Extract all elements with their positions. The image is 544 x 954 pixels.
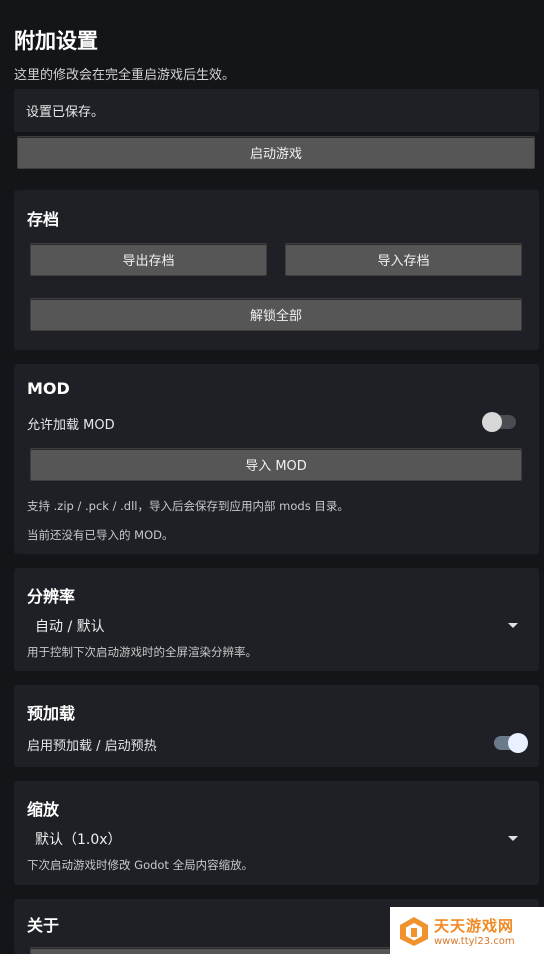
resolution-selected-value: 自动 / 默认	[35, 619, 105, 635]
preload-section-title: 预加载	[27, 704, 76, 723]
page-title: 附加设置	[14, 29, 98, 53]
scale-selected-value: 默认（1.0x）	[35, 832, 122, 848]
about-section-title: 关于	[27, 916, 60, 935]
unlock-all-button[interactable]: 解锁全部	[30, 298, 522, 331]
site-watermark: 天天游戏网 www.ttyl23.com	[390, 907, 544, 954]
scale-section: 缩放 默认（1.0x） 下次启动游戏时修改 Godot 全局内容缩放。	[14, 781, 539, 885]
allow-mod-label: 允许加载 MOD	[27, 418, 115, 433]
scale-select[interactable]: 默认（1.0x）	[22, 824, 522, 852]
resolution-select[interactable]: 自动 / 默认	[22, 611, 522, 639]
chevron-down-icon	[508, 836, 518, 841]
resolution-hint: 用于控制下次启动游戏时的全屏渲染分辨率。	[27, 645, 257, 659]
preload-section: 预加载 启用预加载 / 启动预热	[14, 685, 539, 767]
watermark-name: 天天游戏网	[434, 916, 515, 935]
mod-format-hint: 支持 .zip / .pck / .dll，导入后会保存到应用内部 mods 目…	[27, 499, 349, 513]
toggle-knob	[508, 733, 528, 753]
import-save-button[interactable]: 导入存档	[285, 243, 522, 276]
scale-section-title: 缩放	[27, 800, 60, 819]
watermark-url: www.ttyl23.com	[434, 935, 515, 947]
export-save-button[interactable]: 导出存档	[30, 243, 267, 276]
page-subtitle: 这里的修改会在完全重启游戏后生效。	[14, 68, 236, 83]
allow-mod-toggle[interactable]	[482, 412, 516, 432]
resolution-section-title: 分辨率	[27, 587, 76, 606]
settings-page: 附加设置 这里的修改会在完全重启游戏后生效。 设置已保存。 启动游戏 存档 导出…	[0, 0, 544, 954]
chevron-down-icon	[508, 623, 518, 628]
watermark-logo-icon	[400, 916, 428, 946]
preload-label: 启用预加载 / 启动预热	[27, 739, 157, 754]
save-section: 存档 导出存档 导入存档 解锁全部	[14, 190, 539, 350]
status-message: 设置已保存。	[14, 89, 539, 132]
resolution-section: 分辨率 自动 / 默认 用于控制下次启动游戏时的全屏渲染分辨率。	[14, 568, 539, 671]
import-mod-button[interactable]: 导入 MOD	[30, 448, 522, 481]
launch-game-button[interactable]: 启动游戏	[17, 136, 535, 169]
preload-toggle[interactable]	[494, 733, 528, 753]
scale-hint: 下次启动游戏时修改 Godot 全局内容缩放。	[27, 858, 254, 872]
mod-empty-hint: 当前还没有已导入的 MOD。	[27, 528, 174, 542]
toggle-knob	[482, 412, 502, 432]
mod-section-title: MOD	[27, 379, 70, 398]
save-section-title: 存档	[27, 210, 60, 229]
mod-section: MOD 允许加载 MOD 导入 MOD 支持 .zip / .pck / .dl…	[14, 364, 539, 554]
